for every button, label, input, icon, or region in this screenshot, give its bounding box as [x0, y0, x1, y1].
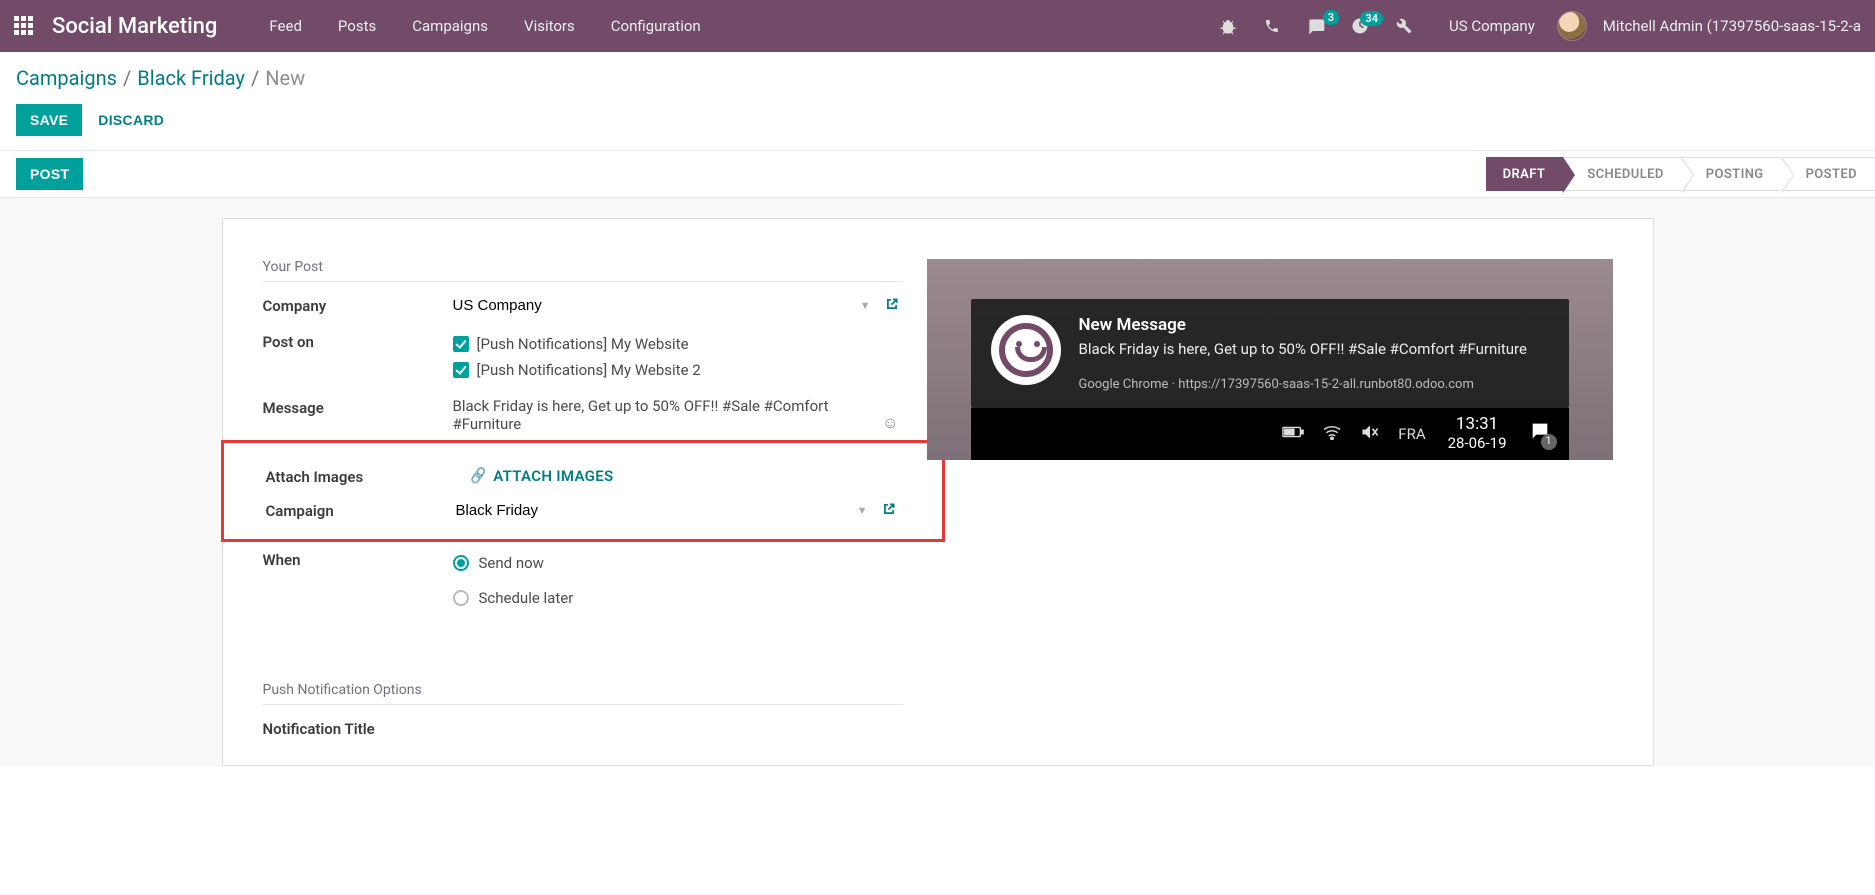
label-message: Message: [263, 397, 453, 417]
battery-icon: [1282, 424, 1304, 443]
label-when: When: [263, 549, 453, 569]
notification-preview: New Message Black Friday is here, Get up…: [927, 259, 1613, 460]
notification-title: New Message: [1079, 315, 1527, 335]
state-draft[interactable]: DRAFT: [1486, 157, 1564, 191]
nav-items: Feed Posts Campaigns Visitors Configurat…: [251, 17, 718, 35]
campaign-field[interactable]: [456, 500, 900, 522]
phone-icon[interactable]: [1253, 18, 1291, 34]
bug-icon[interactable]: [1209, 17, 1247, 35]
section-push-options: Push Notification Options: [263, 682, 903, 705]
when-schedule-later[interactable]: Schedule later: [453, 584, 903, 619]
activities-badge: 34: [1360, 11, 1383, 26]
notification-source: Google Chrome · https://17397560-saas-15…: [1079, 377, 1527, 392]
company-selector[interactable]: US Company: [1449, 17, 1535, 35]
apps-menu-icon[interactable]: [14, 16, 34, 36]
app-title[interactable]: Social Marketing: [52, 14, 217, 39]
tools-icon[interactable]: [1385, 17, 1423, 35]
caret-down-icon[interactable]: ▼: [860, 299, 871, 312]
paperclip-icon: 🔗: [468, 467, 488, 486]
notification-body: Black Friday is here, Get up to 50% OFF!…: [1079, 339, 1527, 361]
action-row: SAVE DISCARD: [0, 94, 1875, 150]
label-attach-images: Attach Images: [266, 466, 456, 486]
state-scheduled[interactable]: SCHEDULED: [1563, 157, 1681, 191]
wifi-icon: [1322, 424, 1342, 444]
messages-icon[interactable]: 3: [1297, 16, 1335, 36]
nav-item-feed[interactable]: Feed: [251, 17, 320, 35]
state-posting[interactable]: POSTING: [1682, 157, 1782, 191]
nav-item-campaigns[interactable]: Campaigns: [394, 17, 506, 35]
user-menu[interactable]: Mitchell Admin (17397560-saas-15-2-a: [1603, 17, 1861, 35]
status-row: POST DRAFT SCHEDULED POSTING POSTED: [0, 151, 1875, 198]
label-campaign: Campaign: [266, 500, 456, 520]
message-field[interactable]: Black Friday is here, Get up to 50% OFF!…: [453, 397, 829, 433]
state-posted[interactable]: POSTED: [1782, 157, 1875, 191]
checkbox-checked-icon[interactable]: [453, 336, 469, 352]
nav-item-configuration[interactable]: Configuration: [593, 17, 719, 35]
nav-item-posts[interactable]: Posts: [320, 17, 394, 35]
breadcrumb-campaigns[interactable]: Campaigns: [16, 66, 117, 90]
external-link-icon[interactable]: [882, 502, 896, 520]
notification-icon: [991, 315, 1061, 385]
external-link-icon[interactable]: [885, 297, 899, 315]
post-button[interactable]: POST: [16, 158, 83, 190]
discard-button[interactable]: DISCARD: [98, 112, 164, 128]
attach-images-button[interactable]: 🔗 ATTACH IMAGES: [456, 467, 614, 485]
emoji-icon[interactable]: ☺: [882, 413, 898, 433]
taskbar-tray: FRA 13:31 28-06-19: [971, 408, 1569, 460]
content-area: Your Post Company ▼ Post on [Push Notifi…: [0, 198, 1875, 766]
label-notification-title: Notification Title: [263, 718, 453, 738]
checkbox-checked-icon[interactable]: [453, 362, 469, 378]
highlight-box: Attach Images 🔗 ATTACH IMAGES Campaign ▼: [221, 440, 945, 542]
nav-item-visitors[interactable]: Visitors: [506, 17, 593, 35]
breadcrumb-wrap: Campaigns / Black Friday / New: [0, 52, 1875, 94]
tray-notification-icon: [1529, 420, 1551, 448]
section-your-post: Your Post: [263, 259, 903, 282]
preview-column: New Message Black Friday is here, Get up…: [927, 259, 1613, 460]
when-send-now[interactable]: Send now: [453, 549, 903, 584]
tray-language: FRA: [1398, 425, 1425, 443]
breadcrumb-black-friday[interactable]: Black Friday: [137, 66, 245, 90]
messages-badge: 3: [1323, 10, 1339, 25]
post-on-option-1[interactable]: [Push Notifications] My Website 2: [453, 357, 903, 383]
breadcrumb-current: New: [265, 66, 305, 90]
breadcrumb: Campaigns / Black Friday / New: [16, 66, 1859, 90]
company-field[interactable]: [453, 295, 903, 317]
form-sheet: Your Post Company ▼ Post on [Push Notifi…: [222, 218, 1654, 766]
activities-icon[interactable]: 34: [1341, 17, 1379, 35]
form-column: Your Post Company ▼ Post on [Push Notifi…: [263, 259, 903, 745]
radio-icon[interactable]: [453, 590, 469, 606]
post-on-option-0[interactable]: [Push Notifications] My Website: [453, 331, 903, 357]
tray-clock: 13:31 28-06-19: [1448, 415, 1507, 452]
avatar[interactable]: [1557, 11, 1587, 41]
label-company: Company: [263, 295, 453, 315]
top-navbar: Social Marketing Feed Posts Campaigns Vi…: [0, 0, 1875, 52]
volume-mute-icon: [1360, 423, 1380, 445]
save-button[interactable]: SAVE: [16, 104, 82, 136]
radio-checked-icon[interactable]: [453, 555, 469, 571]
label-post-on: Post on: [263, 331, 453, 351]
caret-down-icon[interactable]: ▼: [857, 504, 868, 517]
status-bar: DRAFT SCHEDULED POSTING POSTED: [1486, 157, 1875, 191]
